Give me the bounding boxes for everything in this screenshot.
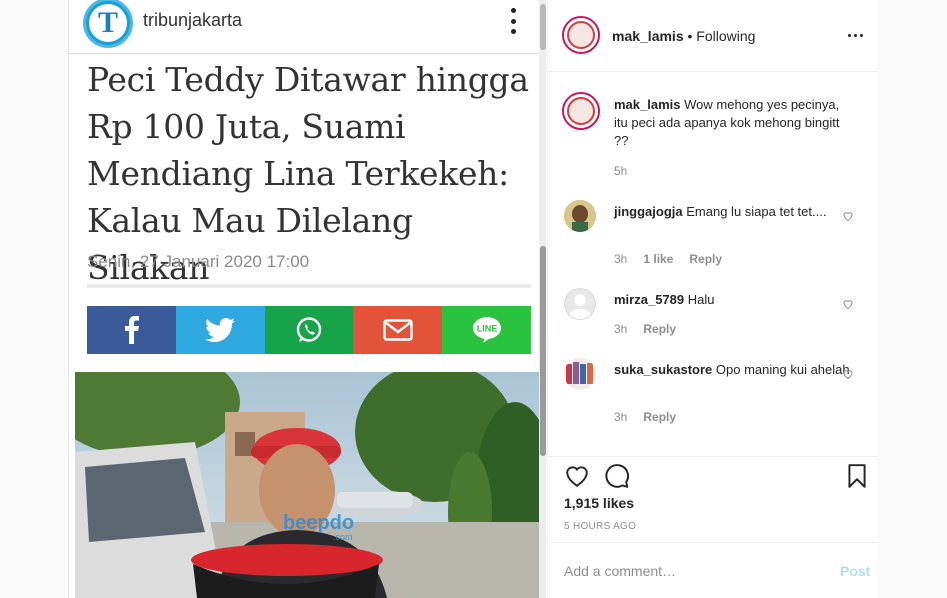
article-date: Senin, 27 Januari 2020 17:00 <box>87 252 310 271</box>
header-separator: • <box>687 28 693 44</box>
avatar[interactable] <box>564 358 596 390</box>
comment-text: jinggajogja Emang lu siapa tet tet.... <box>614 203 854 221</box>
comment-meta: 3h Reply <box>614 410 676 424</box>
like-heart-icon[interactable] <box>842 368 854 380</box>
scrollbar-thumb-top <box>540 4 546 50</box>
line-icon-label: LINE <box>476 324 497 334</box>
divider <box>87 284 531 288</box>
comment-username[interactable]: suka_sukastore <box>614 362 712 377</box>
reply-button[interactable]: Reply <box>689 252 722 266</box>
comment-likes[interactable]: 1 like <box>643 252 673 266</box>
reply-button[interactable]: Reply <box>643 410 676 424</box>
photo-illustration: beepdo .com <box>75 372 539 598</box>
post-header: mak_lamis • Following <box>548 0 878 72</box>
line-icon: LINE <box>472 317 501 343</box>
photo-watermark: beepdo <box>283 512 354 534</box>
default-avatar-icon <box>565 289 595 319</box>
share-line: LINE <box>442 306 531 354</box>
comment-meta: 3h 1 like Reply <box>614 252 722 266</box>
comment-input[interactable] <box>564 561 814 581</box>
share-facebook <box>87 306 176 354</box>
avatar[interactable] <box>564 200 596 232</box>
comment-text: mirza_5789 Halu <box>614 291 854 309</box>
post-button[interactable]: Post <box>840 563 870 579</box>
share-bar: LINE <box>87 306 531 354</box>
comment-body: Opo maning kui ahelah <box>715 362 850 377</box>
comment-username[interactable]: mirza_5789 <box>614 292 684 307</box>
comment-username[interactable]: jinggajogja <box>614 204 683 219</box>
like-heart-icon[interactable] <box>842 210 854 222</box>
source-header: T tribunjakarta <box>69 0 539 54</box>
comment-bubble-icon[interactable] <box>604 463 630 489</box>
avatar-image <box>564 200 596 232</box>
facebook-icon <box>125 316 140 344</box>
share-twitter <box>175 306 265 354</box>
share-email <box>353 306 443 354</box>
like-heart-icon[interactable] <box>842 298 854 310</box>
comment-time[interactable]: 3h <box>614 252 627 266</box>
avatar[interactable] <box>562 92 600 130</box>
reply-button[interactable]: Reply <box>643 322 676 336</box>
header-username[interactable]: mak_lamis <box>612 28 684 44</box>
caption-username[interactable]: mak_lamis <box>614 97 681 112</box>
comment-text: suka_sukastore Opo maning kui ahelah <box>614 361 854 379</box>
comment-time[interactable]: 3h <box>614 322 627 336</box>
mail-icon <box>383 319 413 341</box>
more-options-icon[interactable] <box>848 34 863 37</box>
comment-body: Halu <box>687 292 715 307</box>
post-actions: 1,915 likes 5 HOURS AGO <box>548 456 878 546</box>
avatar-image <box>567 97 595 125</box>
more-options-icon <box>509 8 517 34</box>
comment-time[interactable]: 3h <box>614 410 627 424</box>
image-scrollbar <box>539 0 546 598</box>
post-timestamp[interactable]: 5 HOURS AGO <box>564 521 636 532</box>
like-heart-icon[interactable] <box>564 463 590 489</box>
caption-time[interactable]: 5h <box>614 164 627 178</box>
comment-composer: Post <box>548 542 878 598</box>
avatar[interactable] <box>564 288 596 320</box>
post-image[interactable]: T tribunjakarta Peci Teddy Ditawar hingg… <box>68 0 546 598</box>
caption-meta: 5h <box>614 164 627 178</box>
comments-panel: mak_lamis • Following mak_lamis Wow meho… <box>547 0 878 598</box>
twitter-icon <box>205 318 236 342</box>
instagram-post-view: T tribunjakarta Peci Teddy Ditawar hingg… <box>0 0 947 598</box>
likes-count[interactable]: 1,915 likes <box>564 495 634 511</box>
photo-watermark-domain: .com <box>333 532 353 542</box>
article-photo: beepdo .com <box>75 372 539 598</box>
avatar-image <box>567 21 595 49</box>
avatar[interactable] <box>562 16 600 54</box>
scrollbar-thumb <box>540 246 546 456</box>
comment-body: Emang lu siapa tet tet.... <box>686 204 827 219</box>
source-logo-letter: T <box>89 4 127 42</box>
whatsapp-icon <box>296 317 322 342</box>
header-user-line: mak_lamis • Following <box>612 28 755 44</box>
source-name: tribunjakarta <box>143 10 243 30</box>
comment-meta: 3h Reply <box>614 322 676 336</box>
follow-status[interactable]: Following <box>696 28 755 44</box>
caption-text: mak_lamis Wow mehong yes pecinya, itu pe… <box>614 96 854 150</box>
save-bookmark-icon[interactable] <box>844 463 870 489</box>
source-logo: T <box>83 0 133 48</box>
share-whatsapp <box>264 306 354 354</box>
avatar-image <box>564 358 596 390</box>
